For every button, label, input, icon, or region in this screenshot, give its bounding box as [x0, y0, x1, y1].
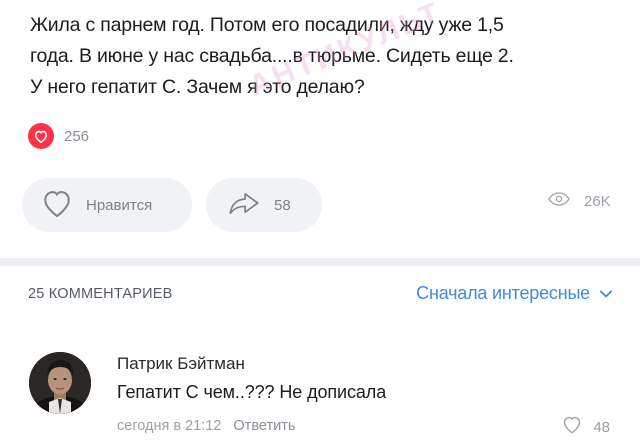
section-divider [0, 258, 640, 266]
heart-icon [40, 188, 74, 223]
comment-text: Гепатит С чем..??? Не дописала [117, 382, 387, 402]
reaction-count: 256 [64, 127, 90, 145]
heart-reaction-icon [28, 123, 54, 149]
comment-like-count: 48 [593, 418, 610, 436]
post-text-line: У него гепатит С. Зачем я это делаю? [30, 76, 365, 98]
post-text-line: года. В июне у нас свадьба....в тюрьме. … [30, 45, 514, 67]
comments-count: 25 КОММЕНТАРИЕВ [28, 286, 173, 302]
sort-label: Сначала интересные [416, 283, 590, 303]
avatar[interactable] [29, 352, 91, 414]
sort-dropdown[interactable]: Сначала интересные [416, 283, 612, 304]
chevron-down-icon [600, 285, 612, 303]
share-icon [228, 190, 260, 221]
eye-icon [548, 192, 570, 211]
comment-time: сегодня в 21:12 [117, 418, 222, 434]
post-text: Жила с парнем год. Потом его посадили, ж… [30, 10, 620, 103]
comment-meta: сегодня в 21:12 Ответить [117, 418, 295, 434]
like-button[interactable]: Нравится [22, 178, 192, 232]
views-counter: 26K [548, 192, 611, 211]
share-button[interactable]: 58 [206, 178, 322, 232]
share-count: 58 [274, 196, 291, 214]
views-count: 26K [584, 193, 611, 210]
like-label: Нравится [86, 196, 153, 214]
reactions-summary[interactable]: 256 [28, 123, 90, 149]
comment-like-button[interactable]: 48 [561, 415, 610, 439]
comment-author[interactable]: Патрик Бэйтман [117, 354, 245, 374]
heart-icon [561, 415, 583, 439]
reply-button[interactable]: Ответить [233, 418, 295, 434]
post-text-line: Жила с парнем год. Потом его посадили, ж… [30, 14, 504, 36]
